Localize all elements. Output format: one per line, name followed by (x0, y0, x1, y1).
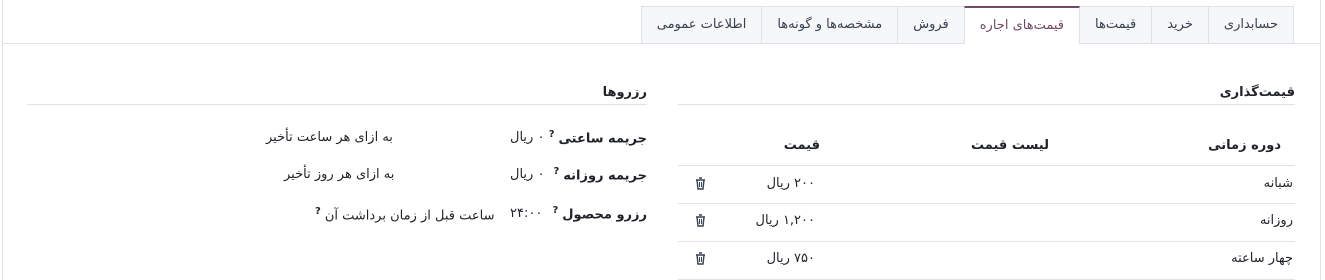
tab-attributes-variants[interactable]: مشخصه‌ها و گونه‌ها (761, 6, 899, 43)
daily-fine-label: جریمه روزانه? (553, 166, 647, 183)
help-icon[interactable]: ? (552, 205, 558, 216)
hourly-fine-label: جریمه ساعتی? (549, 129, 647, 146)
trash-icon[interactable] (695, 177, 706, 190)
daily-fine-value[interactable]: ۰ ریال (510, 167, 544, 182)
row-period[interactable]: روزانه (1260, 213, 1293, 228)
trash-icon[interactable] (695, 252, 706, 265)
product-reservation-note: ساعت قبل از زمان برداشت آن? (315, 206, 494, 223)
pricing-separator (678, 104, 1295, 105)
hourly-fine-label-text: جریمه ساعتی (558, 131, 647, 147)
product-reservation-label: رزرو محصول? (552, 205, 647, 222)
product-reservation-value[interactable]: ۲۴:۰۰ (510, 206, 542, 221)
table-header-separator (678, 165, 1295, 166)
row-period[interactable]: شبانه (1264, 176, 1293, 191)
column-price: قیمت (783, 138, 820, 153)
notebook-tabs: اطلاعات عمومی مشخصه‌ها و گونه‌ها فروش قی… (640, 6, 1294, 44)
row-separator (678, 241, 1295, 242)
row-price[interactable]: ۷۵۰ ریال (767, 251, 815, 266)
daily-fine-note: به ازای هر روز تأخیر (284, 167, 395, 182)
hourly-fine-note: به ازای هر ساعت تأخیر (266, 130, 393, 145)
row-price[interactable]: ۲۰۰ ریال (767, 176, 815, 191)
reservations-separator (27, 104, 647, 105)
help-icon[interactable]: ? (315, 206, 321, 217)
trash-icon[interactable] (695, 214, 706, 227)
help-icon[interactable]: ? (553, 166, 559, 177)
tab-rental-prices[interactable]: قیمت‌های اجاره (963, 6, 1080, 44)
pricing-title: قیمت‌گذاری (1219, 85, 1295, 100)
row-period[interactable]: چهار ساعته (1231, 251, 1293, 266)
product-reservation-note-text: ساعت قبل از زمان برداشت آن (324, 208, 495, 224)
help-icon[interactable]: ? (549, 129, 555, 140)
tab-general-info[interactable]: اطلاعات عمومی (640, 6, 763, 43)
row-price[interactable]: ۱,۲۰۰ ریال (756, 213, 816, 228)
row-separator (678, 203, 1295, 204)
tab-sales[interactable]: فروش (897, 6, 965, 43)
form-sheet: اطلاعات عمومی مشخصه‌ها و گونه‌ها فروش قی… (2, 0, 1321, 280)
hourly-fine-value[interactable]: ۰ ریال (510, 130, 544, 145)
column-period: دوره زمانی (1208, 138, 1281, 153)
tab-purchase[interactable]: خرید (1151, 6, 1209, 43)
product-reservation-label-text: رزرو محصول (562, 207, 647, 223)
column-pricelist: لیست قیمت (971, 138, 1049, 153)
reservations-title: رزروها (602, 85, 647, 100)
daily-fine-label-text: جریمه روزانه (563, 168, 647, 184)
tab-accounting[interactable]: حسابداری (1207, 6, 1294, 43)
tab-prices[interactable]: قیمت‌ها (1079, 6, 1153, 43)
